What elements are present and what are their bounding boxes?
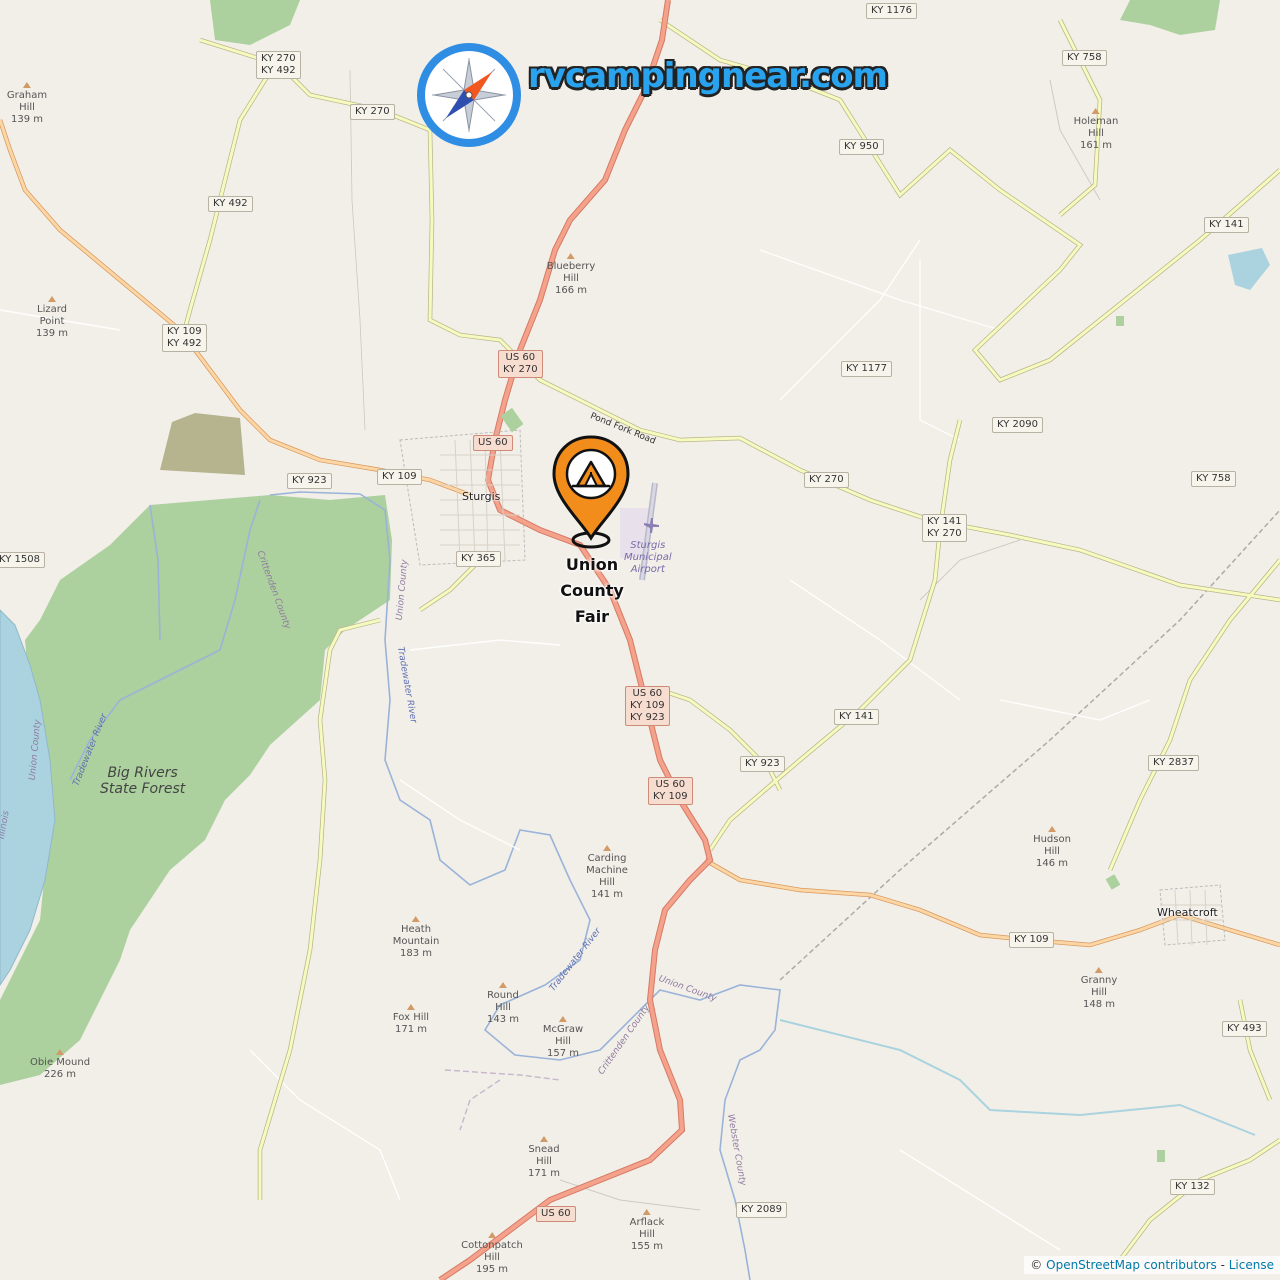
route-shield: KY 141 bbox=[1204, 217, 1249, 233]
peak-label: Arflack Hill 155 m bbox=[630, 1209, 664, 1253]
route-shield: KY 141 bbox=[834, 709, 879, 725]
campground-marker[interactable] bbox=[550, 434, 632, 550]
copyright-symbol: © bbox=[1030, 1258, 1043, 1272]
route-shield: US 60 bbox=[536, 1206, 576, 1222]
route-shield: US 60 KY 270 bbox=[498, 350, 543, 378]
osm-contributors-link[interactable]: OpenStreetMap contributors bbox=[1046, 1258, 1217, 1272]
peak-icon bbox=[47, 296, 56, 302]
route-shield: KY 492 bbox=[208, 196, 253, 212]
peak-icon bbox=[22, 82, 31, 88]
brand-wordmark[interactable]: rvcampingnear.com bbox=[528, 56, 888, 96]
peak-icon bbox=[1092, 108, 1100, 114]
marker-label-line: County bbox=[560, 581, 624, 600]
primary-road-us60 bbox=[438, 0, 713, 1280]
park-patch bbox=[1116, 316, 1124, 326]
route-shield: KY 493 bbox=[1222, 1021, 1267, 1037]
peak-label: Round Hill 143 m bbox=[487, 982, 519, 1026]
peak-label: Graham Hill 139 m bbox=[7, 82, 47, 126]
primary-road-casing bbox=[438, 0, 714, 1280]
peak-label: Hudson Hill 146 m bbox=[1033, 826, 1071, 870]
forest-area-north bbox=[210, 0, 300, 45]
route-shield: US 60 bbox=[473, 435, 513, 451]
town-label-wheatcroft: Wheatcroft bbox=[1157, 906, 1218, 919]
peak-label: Carding Machine Hill 141 m bbox=[586, 845, 628, 901]
route-shield: US 60 KY 109 bbox=[648, 777, 693, 805]
peak-label: McGraw Hill 157 m bbox=[543, 1016, 583, 1060]
basemap bbox=[0, 0, 1280, 1280]
creek bbox=[779, 1019, 1256, 1136]
route-shield: KY 109 bbox=[1009, 932, 1054, 948]
peak-label: Snead Hill 171 m bbox=[528, 1136, 560, 1180]
peak-icon bbox=[55, 1049, 64, 1055]
route-shield: KY 109 KY 492 bbox=[162, 324, 207, 352]
peak-icon bbox=[1095, 967, 1103, 973]
route-shield: KY 270 bbox=[350, 104, 395, 120]
peak-label: Blueberry Hill 166 m bbox=[547, 253, 595, 297]
peak-icon bbox=[642, 1209, 651, 1215]
peak-icon bbox=[539, 1136, 548, 1142]
peak-label: Holeman Hill 161 m bbox=[1074, 108, 1118, 152]
route-shield: KY 365 bbox=[456, 551, 501, 567]
park-patch bbox=[1105, 874, 1121, 890]
farm-field bbox=[160, 413, 245, 475]
secondary-roads bbox=[180, 18, 1280, 1261]
peak-icon bbox=[1048, 826, 1056, 832]
peak-icon bbox=[406, 1004, 415, 1010]
peak-icon bbox=[603, 845, 611, 851]
marker-label[interactable]: Union County Fair bbox=[542, 552, 642, 630]
route-shield: KY 950 bbox=[839, 139, 884, 155]
route-shield: KY 2090 bbox=[992, 417, 1043, 433]
peak-label: Obie Mound 226 m bbox=[30, 1049, 90, 1081]
license-link[interactable]: License bbox=[1229, 1258, 1274, 1272]
marker-label-line: Union bbox=[565, 555, 619, 574]
route-shield: KY 270 KY 492 bbox=[256, 51, 301, 79]
attribution-separator: - bbox=[1220, 1258, 1225, 1272]
map-attribution: © OpenStreetMap contributors - License bbox=[1024, 1256, 1280, 1274]
route-shield: KY 758 bbox=[1191, 471, 1236, 487]
peak-label: Heath Mountain 183 m bbox=[393, 916, 439, 960]
peak-label: Lizard Point 139 m bbox=[36, 296, 68, 340]
route-shield: KY 2089 bbox=[736, 1202, 787, 1218]
forest-area bbox=[0, 495, 392, 1085]
route-shield: KY 923 bbox=[740, 756, 785, 772]
route-shield: KY 270 bbox=[804, 472, 849, 488]
peak-label: Granny Hill 148 m bbox=[1081, 967, 1117, 1011]
lake bbox=[1228, 248, 1270, 290]
route-shield: KY 1177 bbox=[841, 361, 892, 377]
peak-icon bbox=[567, 253, 575, 259]
peak-label: Cottonpatch Hill 195 m bbox=[461, 1232, 523, 1276]
compass-icon[interactable] bbox=[414, 40, 524, 150]
route-shield: KY 1508 bbox=[0, 552, 45, 568]
route-shield: KY 109 bbox=[377, 469, 422, 485]
marker-label-line: Fair bbox=[574, 607, 610, 626]
forest-label: Big Rivers State Forest bbox=[100, 765, 186, 797]
secondary-road-casing bbox=[179, 18, 1280, 1262]
route-shield: KY 923 bbox=[287, 473, 332, 489]
route-shield: KY 1176 bbox=[866, 3, 917, 19]
map-canvas[interactable]: Pond Fork Road Tradewater River Tradewat… bbox=[0, 0, 1280, 1280]
county-boundary bbox=[444, 1069, 561, 1131]
peak-icon bbox=[498, 982, 507, 988]
route-shield: KY 758 bbox=[1062, 50, 1107, 66]
peak-icon bbox=[558, 1016, 567, 1022]
park-patch bbox=[1157, 1150, 1165, 1162]
route-shield: KY 2837 bbox=[1148, 755, 1199, 771]
peak-icon bbox=[487, 1232, 496, 1238]
minor-road-outlines bbox=[349, 69, 1101, 1211]
forest-area-northeast bbox=[1120, 0, 1220, 35]
town-label-sturgis: Sturgis bbox=[462, 490, 501, 503]
peak-icon bbox=[412, 916, 420, 922]
route-shield: KY 132 bbox=[1170, 1179, 1215, 1195]
route-shield: KY 141 KY 270 bbox=[922, 514, 967, 542]
route-shield: US 60 KY 109 KY 923 bbox=[625, 686, 670, 726]
peak-label: Fox Hill 171 m bbox=[393, 1004, 429, 1036]
